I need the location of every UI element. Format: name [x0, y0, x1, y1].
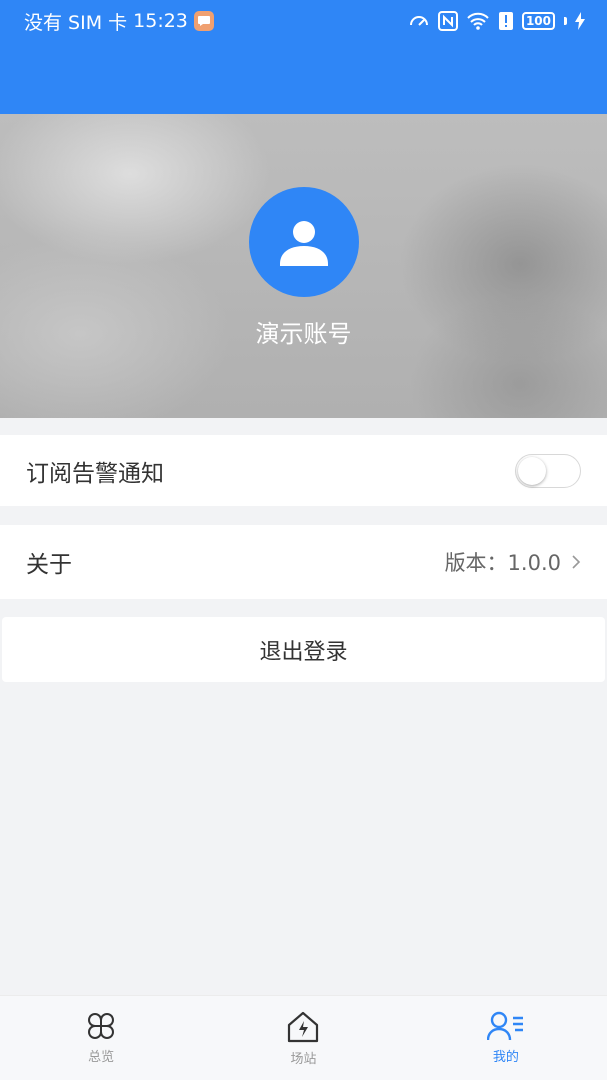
alert-icon: [498, 12, 513, 30]
alert-subscription-toggle[interactable]: [515, 453, 581, 488]
overview-icon: [88, 1013, 115, 1039]
station-icon: [288, 1011, 319, 1043]
chevron-right-icon: [572, 555, 581, 569]
battery-icon: 100: [521, 12, 555, 30]
nav-label-overview: 总览: [88, 1050, 115, 1065]
alert-subscription-row: 订阅告警通知: [0, 435, 607, 506]
username: 演示账号: [255, 320, 352, 348]
status-right: 100: [408, 10, 585, 32]
version-group: 版本：1.0.0: [445, 547, 581, 577]
charging-icon: [575, 12, 585, 30]
nfc-icon: [437, 11, 458, 31]
carrier-text: 没有 SIM 卡: [24, 11, 128, 34]
user-icon: [280, 221, 328, 266]
toggle-knob: [518, 456, 546, 485]
message-notification-icon: [193, 11, 214, 31]
profile-icon: [486, 1011, 523, 1041]
nav-item-overview[interactable]: 总览: [0, 996, 202, 1080]
wifi-icon: [467, 12, 489, 30]
battery-tip: [564, 17, 567, 25]
bottom-nav: 总览 场站 我的: [0, 995, 607, 1080]
avatar[interactable]: [249, 187, 359, 297]
alert-subscription-label: 订阅告警通知: [26, 460, 164, 487]
nav-item-profile[interactable]: 我的: [405, 996, 607, 1080]
version-text: 版本：1.0.0: [444, 551, 561, 575]
status-bar: 没有 SIM 卡 15:23 100: [0, 0, 607, 42]
status-time: 15:23: [133, 10, 188, 32]
about-label: 关于: [26, 552, 72, 578]
nav-label-profile: 我的: [492, 1050, 519, 1065]
app-header: 没有 SIM 卡 15:23 100: [0, 0, 607, 114]
nav-item-station[interactable]: 场站: [202, 996, 404, 1080]
status-left: 没有 SIM 卡 15:23: [24, 8, 214, 35]
battery-level: 100: [525, 14, 551, 28]
profile-banner: 演示账号: [0, 114, 607, 418]
about-row[interactable]: 关于 版本：1.0.0: [0, 525, 607, 599]
nav-label-station: 场站: [290, 1052, 317, 1067]
speed-icon: [409, 16, 428, 26]
logout-button[interactable]: 退出登录: [2, 617, 605, 682]
